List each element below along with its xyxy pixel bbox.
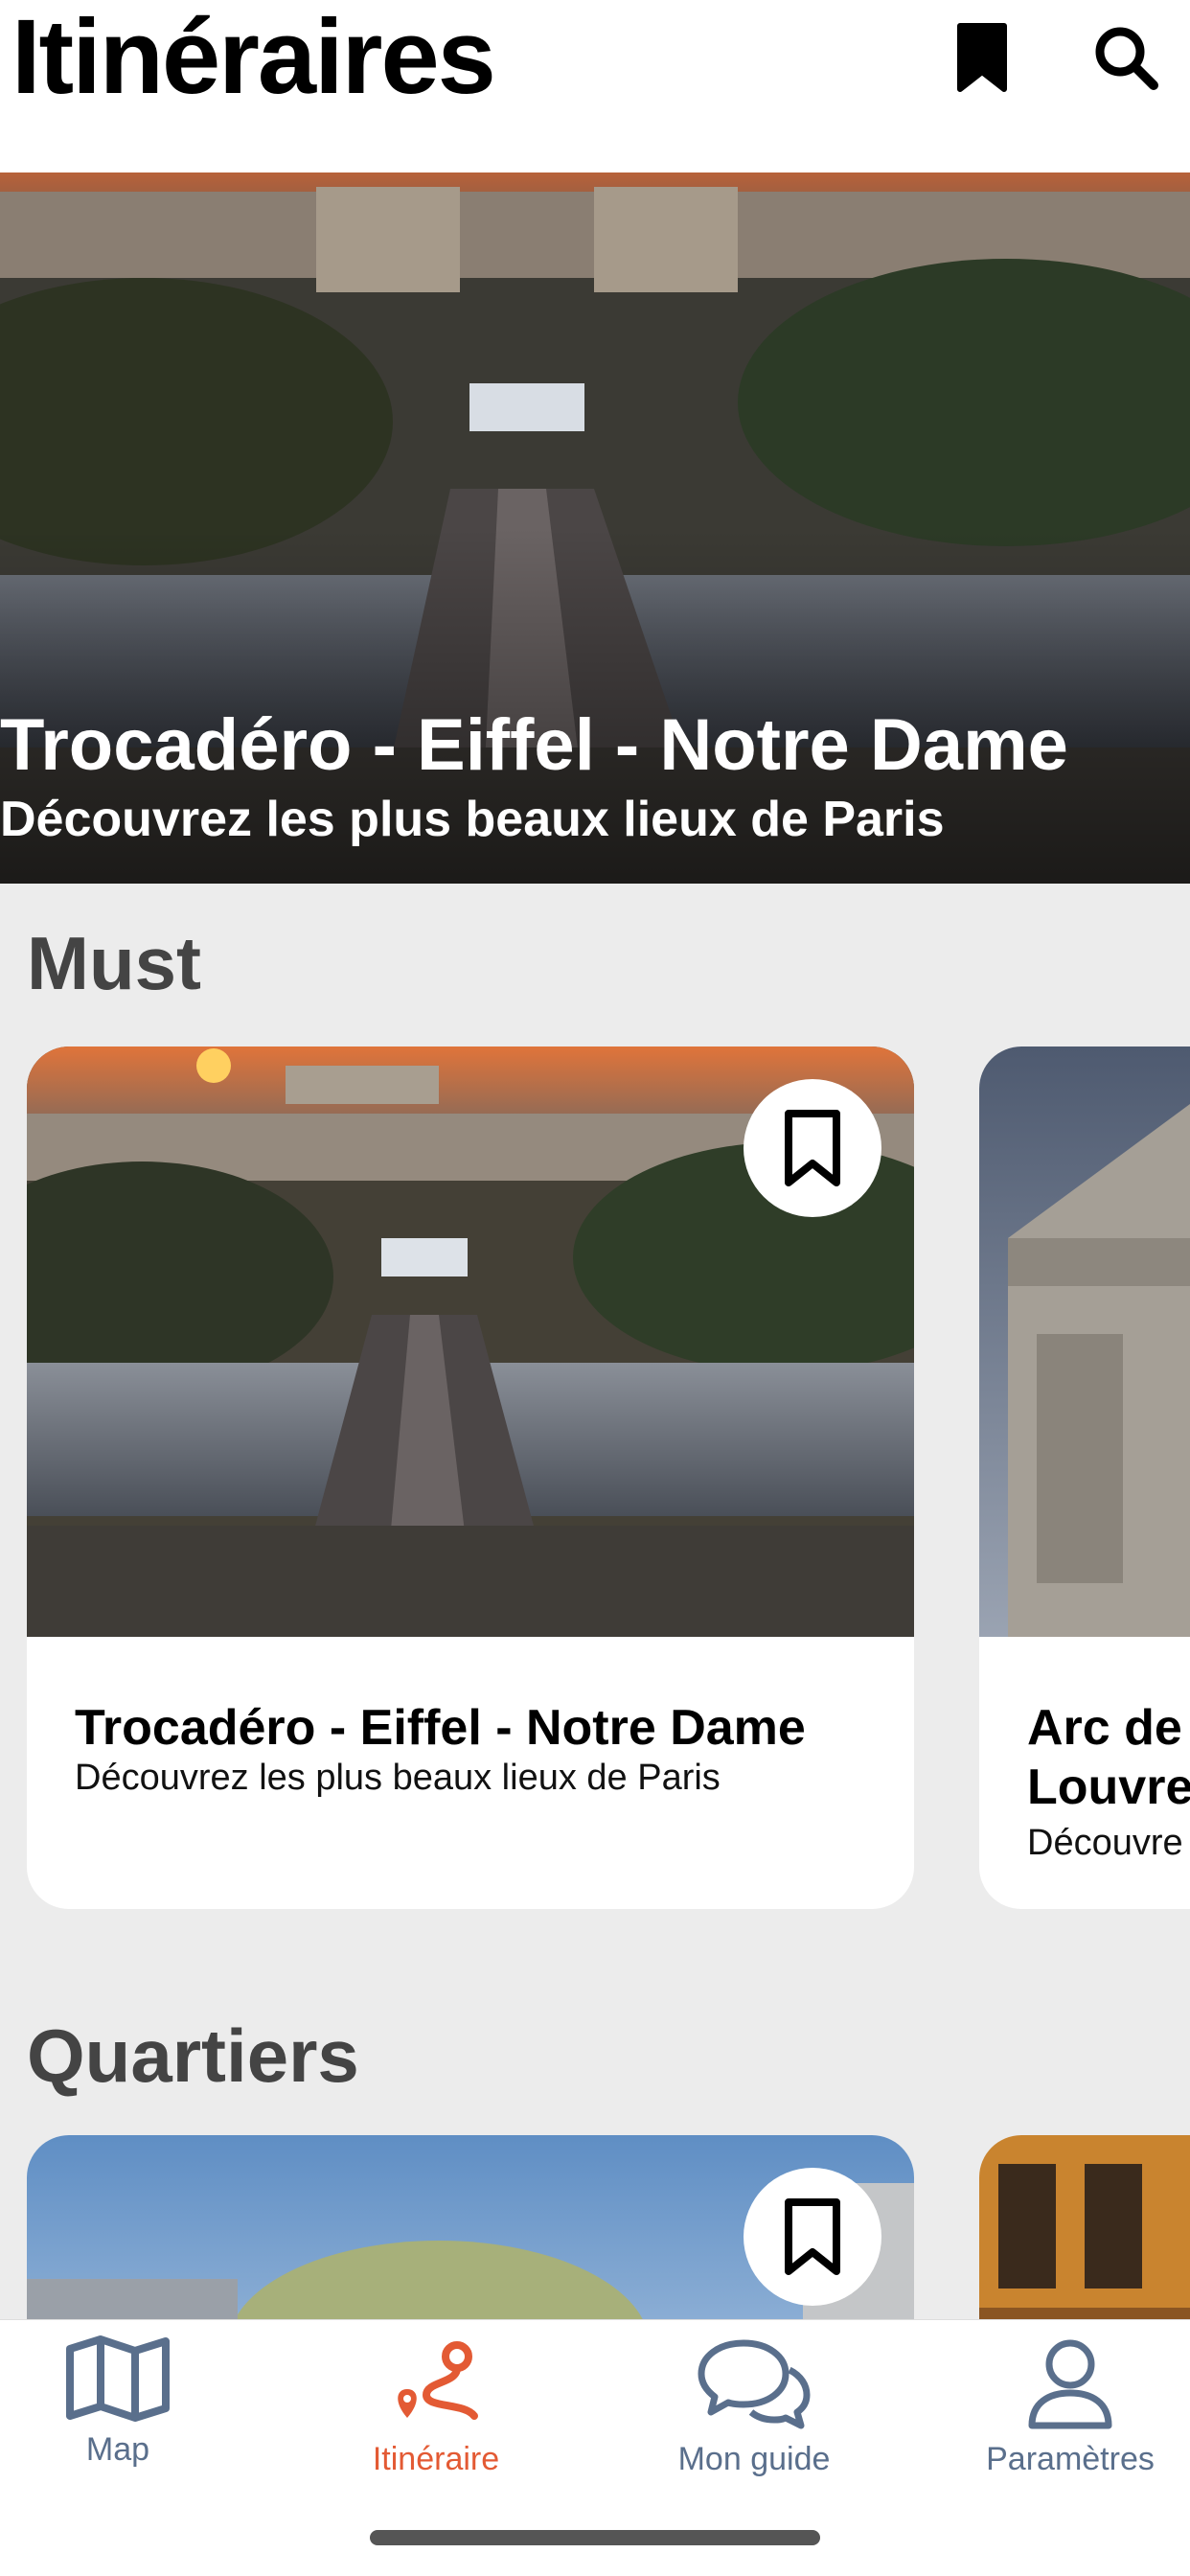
search-button[interactable]: [1078, 10, 1174, 105]
bookmark-outline-icon: [785, 1110, 840, 1186]
search-icon: [1095, 27, 1158, 90]
page-title: Itinéraires: [11, 0, 496, 116]
section-title-must: Must: [27, 921, 201, 1005]
hero-text: Trocadéro - Eiffel - Notre Dame Découvre…: [0, 702, 1068, 850]
card-title: Trocadéro - Eiffel - Notre Dame: [75, 1700, 806, 1756]
saved-button[interactable]: [934, 10, 1030, 105]
tab-itineraire-label: Itinéraire: [372, 2441, 500, 2477]
map-icon: [66, 2335, 170, 2422]
card-subtitle: Découvrez les plus beaux lieux de Paris: [75, 1758, 721, 1798]
bookmark-icon: [957, 23, 1007, 92]
tab-map-label: Map: [85, 2431, 150, 2468]
card-photo: [979, 1046, 1190, 1637]
card-bookmark-button[interactable]: [744, 2168, 881, 2306]
hero-subtitle: Découvrez les plus beaux lieux de Paris: [0, 792, 945, 847]
card-subtitle: Découvre: [1027, 1823, 1183, 1863]
route-icon: [398, 2341, 478, 2420]
tab-itineraire[interactable]: Itinéraire: [287, 2335, 584, 2508]
card-title-line2: Louvre: [1027, 1760, 1190, 1815]
hero-title: Trocadéro - Eiffel - Notre Dame: [0, 704, 1068, 786]
hero-banner[interactable]: Trocadéro - Eiffel - Notre Dame Découvre…: [0, 172, 1190, 884]
tab-parametres[interactable]: Paramètres: [922, 2335, 1190, 2508]
tab-mon-guide[interactable]: Mon guide: [606, 2335, 903, 2508]
header: Itinéraires: [0, 0, 1190, 172]
itinerary-card[interactable]: Trocadéro - Eiffel - Notre Dame Découvre…: [27, 1046, 914, 1909]
tab-parametres-label: Paramètres: [986, 2441, 1155, 2477]
home-indicator[interactable]: [370, 2530, 820, 2545]
section-title-quartiers: Quartiers: [27, 2013, 359, 2098]
chat-bubbles-icon: [698, 2339, 811, 2429]
itinerary-card-partial[interactable]: Arc de Louvre Découvre: [979, 1046, 1190, 1909]
card-bookmark-button[interactable]: [744, 1079, 881, 1217]
bookmark-outline-icon: [785, 2198, 840, 2275]
tab-mon-guide-label: Mon guide: [677, 2441, 831, 2477]
user-icon: [1028, 2339, 1112, 2429]
card-title-line1: Arc de: [1027, 1700, 1182, 1756]
tab-map[interactable]: Map: [0, 2335, 266, 2508]
